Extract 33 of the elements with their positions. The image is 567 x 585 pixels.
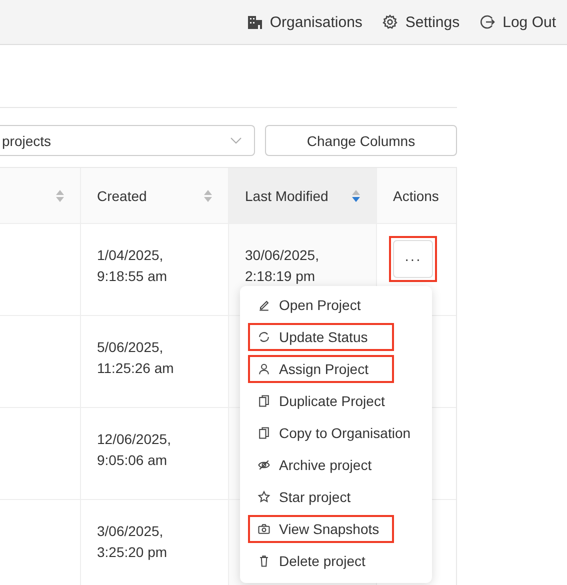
change-columns-button[interactable]: Change Columns <box>265 125 457 156</box>
table-cell: 12/06/2025, 9:05:06 am <box>97 431 171 468</box>
table-cell: 3/06/2025, 3:25:20 pm <box>97 523 168 560</box>
nav-link[interactable]: Organisations <box>246 14 362 30</box>
menu-item[interactable]: Duplicate Project <box>248 387 424 415</box>
chevron-down-icon <box>230 136 242 144</box>
copy-icon <box>257 426 271 440</box>
settings-icon <box>382 14 398 30</box>
pencil-icon <box>257 298 271 312</box>
eye-off-icon <box>257 458 271 472</box>
user-icon <box>257 362 271 376</box>
menu-item[interactable]: Archive project <box>248 451 424 479</box>
menu-item[interactable]: Assign Project <box>248 355 394 383</box>
menu-item[interactable]: View Snapshots <box>248 515 394 543</box>
column-header[interactable]: Actions <box>376 168 456 223</box>
logout-icon <box>480 14 496 30</box>
star-icon <box>257 490 271 504</box>
table-cell: 1/04/2025, 9:18:55 am <box>97 247 168 284</box>
menu-item[interactable]: Delete project <box>248 547 424 575</box>
column-header[interactable]: Last Modified <box>228 168 376 223</box>
filter-select[interactable]: projects <box>0 125 255 156</box>
more-button[interactable]: ··· <box>393 240 433 278</box>
building-icon <box>246 14 263 30</box>
refresh-icon <box>257 330 271 344</box>
nav-link[interactable]: Settings <box>382 14 460 30</box>
copy-icon <box>257 394 271 408</box>
table-cell: 5/06/2025, 11:25:26 am <box>97 339 174 376</box>
camera-icon <box>257 522 271 536</box>
trash-icon <box>257 554 271 568</box>
menu-item[interactable]: Update Status <box>248 323 394 351</box>
menu-item[interactable]: Star project <box>248 483 424 511</box>
nav-link[interactable]: Log Out <box>480 14 556 30</box>
menu-item[interactable]: Copy to Organisation <box>248 419 424 447</box>
